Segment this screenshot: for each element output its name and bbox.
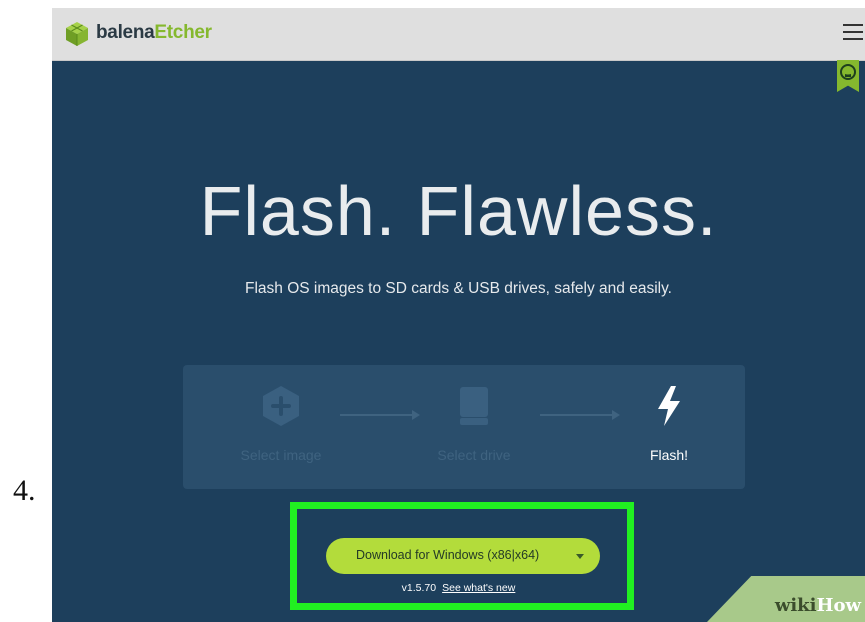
brand-logo[interactable]: balenaEtcher [96,22,212,44]
download-button-label: Download for Windows (x86|x64) [356,548,540,562]
drive-icon [460,387,488,425]
download-button[interactable]: Download for Windows (x86|x64) [326,538,600,574]
watermark-part2: How [816,595,861,616]
version-number: v1.5.70 [401,582,437,594]
step-select-drive[interactable]: Select drive [399,365,549,489]
plus-hexagon-icon [263,386,299,426]
brand-name-part2: Etcher [154,22,212,43]
step-flash[interactable]: Flash! [594,365,744,489]
brand-name-part1: balena [96,22,155,43]
chevron-down-icon[interactable] [576,554,584,559]
step-label-select-drive: Select drive [437,447,511,463]
lightning-icon [658,386,680,426]
whats-new-link[interactable]: See what's new [442,582,515,594]
hero-title: Flash. Flawless. [199,172,718,250]
step-label-flash: Flash! [649,447,689,463]
github-ribbon[interactable] [837,60,859,92]
hamburger-menu-icon[interactable] [843,24,863,42]
step-select-image[interactable]: Select image [206,365,356,489]
step-number: 4. [13,474,36,507]
hero-subtitle: Flash OS images to SD cards & USB drives… [245,280,672,297]
top-bar: balenaEtcher [52,8,865,61]
wikihow-watermark: wikiHow [775,595,861,616]
steps-panel: Select image Select drive Flash! [183,365,745,489]
cube-logo-icon[interactable] [64,21,90,47]
watermark-part1: wiki [774,595,817,616]
github-icon [840,64,856,80]
browser-screenshot: balenaEtcher Flash. Flawless. Flash OS i… [52,8,865,622]
step-label-select-image: Select image [240,447,322,463]
